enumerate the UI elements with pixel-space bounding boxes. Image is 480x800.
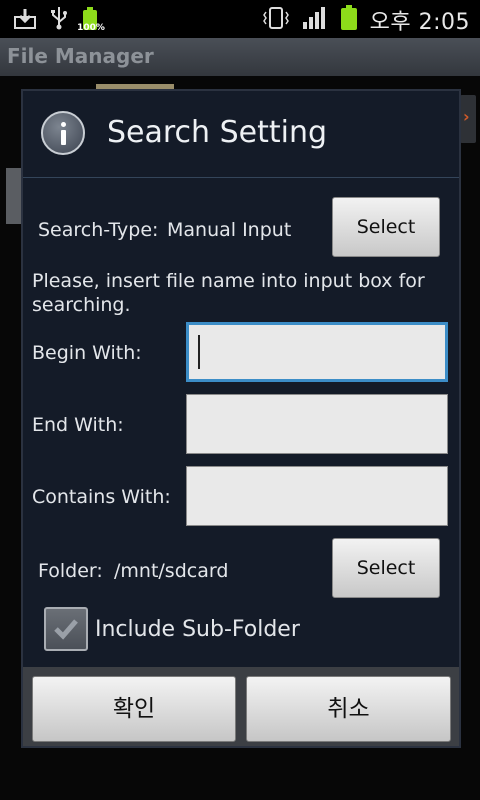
check-icon <box>54 619 78 640</box>
include-subfolder-checkbox[interactable] <box>44 607 88 651</box>
download-icon <box>14 7 36 33</box>
battery-charging-icon: 100% <box>77 7 105 33</box>
dialog-button-bar: 확인 취소 <box>23 667 459 746</box>
status-bar: 100% 오후 2:05 <box>0 0 480 38</box>
info-icon <box>41 111 85 155</box>
app-title-bar: File Manager <box>0 38 480 76</box>
instruction-text: Please, insert file name into input box … <box>32 270 425 316</box>
folder-label: Folder: <box>38 560 103 582</box>
search-type-value: Manual Input <box>167 219 292 241</box>
app-title: File Manager <box>7 44 154 68</box>
search-type-select-button[interactable]: Select <box>332 197 440 257</box>
contains-with-input[interactable] <box>186 466 448 526</box>
usb-icon <box>50 6 68 34</box>
folder-select-button[interactable]: Select <box>332 538 440 598</box>
begin-with-label: Begin With: <box>32 342 142 364</box>
clock: 오후 2:05 <box>369 10 470 35</box>
search-type-label: Search-Type: <box>38 219 159 241</box>
background-element <box>6 168 22 224</box>
include-subfolder-label: Include Sub-Folder <box>95 617 300 642</box>
folder-path: /mnt/sdcard <box>114 560 229 582</box>
chevron-right-icon: › <box>463 107 470 126</box>
battery-icon <box>340 5 358 35</box>
background-arrow-button: › <box>460 95 476 143</box>
cancel-button[interactable]: 취소 <box>246 676 451 742</box>
dialog-title: Search Setting <box>107 115 328 150</box>
vibrate-icon <box>262 6 290 34</box>
search-setting-dialog: Search Setting Search-Type: Manual Input… <box>21 89 461 748</box>
dialog-header: Search Setting <box>23 91 459 178</box>
end-with-label: End With: <box>32 414 124 436</box>
text-caret <box>198 335 200 369</box>
ok-button[interactable]: 확인 <box>32 676 236 742</box>
begin-with-input[interactable] <box>186 322 448 382</box>
contains-with-label: Contains With: <box>32 486 171 508</box>
battery-percent: 100% <box>77 23 105 33</box>
end-with-input[interactable] <box>186 394 448 454</box>
signal-icon <box>302 6 328 34</box>
